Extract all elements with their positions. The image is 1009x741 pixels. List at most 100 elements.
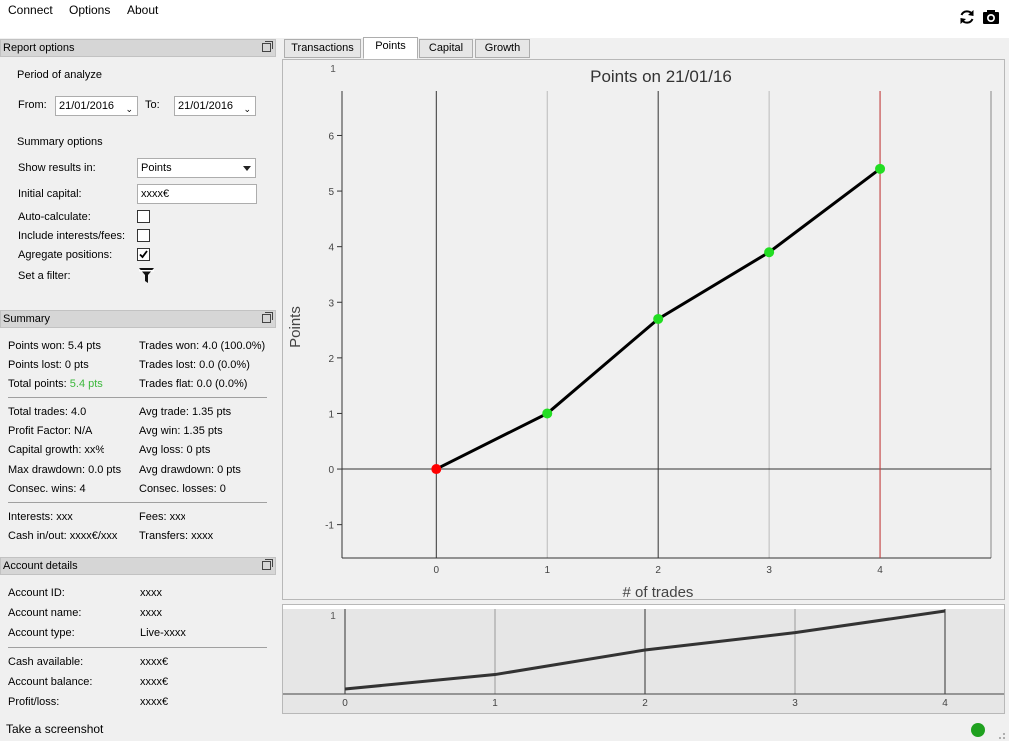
tab-growth[interactable]: Growth: [475, 39, 530, 58]
chevron-down-icon: ⌄: [243, 104, 251, 114]
overview-x-tick-label: 3: [792, 698, 798, 709]
chevron-down-icon: ⌄: [125, 104, 133, 114]
consec-wins: Consec. wins: 4: [8, 483, 86, 495]
account-name-value: xxxx: [140, 607, 162, 619]
total-points-label: Total points:: [8, 378, 70, 390]
float-window-icon[interactable]: [262, 559, 273, 570]
avg-loss: Avg loss: 0 pts: [139, 444, 211, 456]
aggregate-positions-checkbox[interactable]: [137, 248, 150, 261]
float-window-icon[interactable]: [262, 41, 273, 52]
summary-title: Summary: [0, 310, 276, 328]
filter-icon[interactable]: [139, 267, 154, 284]
refresh-icon[interactable]: [958, 8, 976, 26]
data-point: [875, 163, 886, 174]
menu-about[interactable]: About: [125, 3, 160, 17]
menu-bar: Connect Options About: [0, 0, 1009, 38]
x-tick-label: 1: [544, 565, 550, 576]
data-point: [764, 247, 775, 258]
set-filter-label: Set a filter:: [18, 270, 71, 282]
overview-chart-frame: 0 1 2 3 4 1: [282, 604, 1005, 714]
overview-corner-label: 1: [330, 611, 336, 622]
account-name-label: Account name:: [8, 607, 82, 619]
cash-available-label: Cash available:: [8, 656, 84, 668]
data-point: [431, 464, 442, 475]
overview-x-tick-label: 2: [642, 698, 648, 709]
total-points: Total points: 5.4 pts: [8, 378, 103, 390]
divider: [8, 647, 267, 648]
menu-connect[interactable]: Connect: [6, 3, 55, 17]
x-tick-label: 0: [434, 565, 440, 576]
aggregate-positions-label: Agregate positions:: [18, 249, 113, 261]
overview-x-tick-label: 1: [492, 698, 498, 709]
points-lost: Points lost: 0 pts: [8, 359, 89, 371]
capital-growth: Capital growth: xx%: [8, 444, 104, 456]
x-tick-label: 4: [877, 565, 883, 576]
account-details-label: Account details: [3, 560, 78, 572]
y-tick-label: 6: [328, 131, 334, 142]
overview-top-strip: [283, 605, 1004, 609]
include-interests-label: Include interests/fees:: [18, 230, 126, 242]
avg-trade: Avg trade: 1.35 pts: [139, 406, 232, 418]
auto-calculate-checkbox[interactable]: [137, 210, 150, 223]
camera-icon[interactable]: [982, 8, 1000, 26]
total-trades: Total trades: 4.0: [8, 406, 87, 418]
cash-available-value: xxxx€: [140, 656, 169, 668]
tab-capital[interactable]: Capital: [419, 39, 473, 58]
y-axis-label: Points: [287, 306, 304, 348]
account-balance-label: Account balance:: [8, 676, 93, 688]
x-axis-label: # of trades: [623, 584, 694, 599]
to-date-picker[interactable]: 21/01/2016 ⌄: [174, 96, 256, 116]
initial-capital-input[interactable]: xxxx€: [137, 184, 257, 204]
chart-title: Points on 21/01/16: [590, 67, 732, 86]
y-tick-label: 0: [328, 465, 334, 476]
x-tick-label: 2: [655, 565, 661, 576]
account-balance-value: xxxx€: [140, 676, 169, 688]
avg-drawdown: Avg drawdown: 0 pts: [139, 464, 241, 476]
show-results-select[interactable]: Points: [137, 158, 256, 178]
y-tick-label: 3: [328, 298, 334, 309]
checkmark-icon: [139, 250, 148, 259]
tab-points[interactable]: Points: [363, 37, 418, 59]
avg-win: Avg win: 1.35 pts: [139, 425, 223, 437]
menu-options[interactable]: Options: [67, 3, 112, 17]
float-window-icon[interactable]: [262, 312, 273, 323]
divider: [8, 502, 267, 503]
fees: Fees: xxx: [139, 511, 185, 523]
to-date-value: 21/01/2016: [178, 100, 234, 112]
overview-x-tick-label: 4: [942, 698, 948, 709]
consec-losses: Consec. losses: 0: [139, 483, 226, 495]
dropdown-arrow-icon: [243, 166, 251, 171]
account-id-label: Account ID:: [8, 587, 65, 599]
resize-grip-icon[interactable]: [994, 728, 1006, 740]
y-tick-label: -1: [325, 521, 334, 532]
data-point: [653, 313, 664, 324]
y-tick-label: 2: [328, 354, 334, 365]
account-id-value: xxxx: [140, 587, 162, 599]
report-options-label: Report options: [3, 42, 75, 54]
show-results-label: Show results in:: [18, 162, 96, 174]
points-chart[interactable]: 0 1 2 3 4 -1 0 1 2 3 4 5 6 Points on 21/01/16 # of tra…: [283, 60, 1004, 601]
from-label: From:: [18, 99, 47, 111]
profit-loss-label: Profit/loss:: [8, 696, 60, 708]
from-date-picker[interactable]: 21/01/2016 ⌄: [55, 96, 138, 116]
account-details-title: Account details: [0, 557, 276, 575]
cash-in-out: Cash in/out: xxxx€/xxx: [8, 530, 118, 542]
trades-flat: Trades flat: 0.0 (0.0%): [139, 378, 248, 390]
tab-transactions[interactable]: Transactions: [284, 39, 361, 58]
divider: [8, 397, 267, 398]
interests: Interests: xxx: [8, 511, 73, 523]
summary-label: Summary: [3, 313, 51, 325]
period-heading: Period of analyze: [17, 69, 102, 81]
show-results-value: Points: [141, 162, 172, 174]
auto-calculate-label: Auto-calculate:: [18, 211, 91, 223]
overview-chart[interactable]: 0 1 2 3 4 1: [283, 605, 1004, 713]
initial-capital-label: Initial capital:: [18, 188, 82, 200]
corner-label: 1: [330, 64, 336, 75]
y-tick-label: 5: [328, 187, 334, 198]
report-options-title: Report options: [0, 39, 276, 57]
y-tick-label: 4: [328, 243, 334, 254]
points-won: Points won: 5.4 pts: [8, 340, 101, 352]
include-interests-checkbox[interactable]: [137, 229, 150, 242]
summary-options-heading: Summary options: [17, 136, 103, 148]
plot-area: [342, 91, 991, 558]
